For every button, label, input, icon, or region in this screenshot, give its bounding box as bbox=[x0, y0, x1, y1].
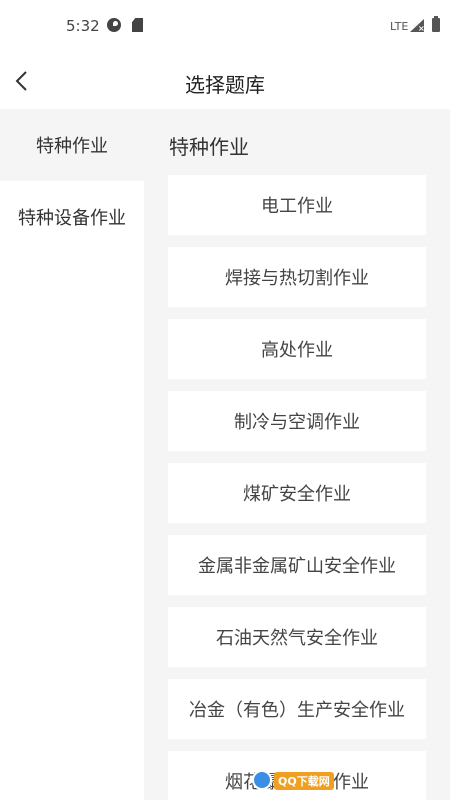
watermark-logo-icon bbox=[252, 770, 272, 790]
bank-card-refrigeration[interactable]: 制冷与空调作业 bbox=[168, 391, 426, 451]
network-type: LTE bbox=[390, 20, 409, 33]
watermark: QQ下载网 bbox=[252, 768, 344, 794]
bank-card-metal-mine[interactable]: 金属非金属矿山安全作业 bbox=[168, 535, 426, 595]
status-bar: 5:32 LTE × bbox=[0, 0, 450, 52]
page-title: 选择题库 bbox=[185, 73, 265, 97]
app-header: 选择题库 bbox=[0, 52, 450, 109]
battery-icon bbox=[432, 16, 440, 32]
sidebar-item-special-operations[interactable]: 特种作业 bbox=[0, 109, 144, 181]
bank-card-oil-gas[interactable]: 石油天然气安全作业 bbox=[168, 607, 426, 667]
watermark-text: QQ下载网 bbox=[274, 772, 334, 790]
bank-card-metallurgy[interactable]: 冶金（有色）生产安全作业 bbox=[168, 679, 426, 739]
bank-card-height-work[interactable]: 高处作业 bbox=[168, 319, 426, 379]
status-time: 5:32 bbox=[66, 17, 100, 35]
bank-card-electrical[interactable]: 电工作业 bbox=[168, 175, 426, 235]
no-signal-mark-icon: × bbox=[418, 24, 425, 33]
bank-card-coal-mine[interactable]: 煤矿安全作业 bbox=[168, 463, 426, 523]
question-bank-list: 电工作业 焊接与热切割作业 高处作业 制冷与空调作业 煤矿安全作业 金属非金属矿… bbox=[168, 175, 426, 800]
data-saver-icon bbox=[107, 18, 121, 32]
category-sidebar: 特种作业 特种设备作业 bbox=[0, 109, 144, 800]
bank-card-welding[interactable]: 焊接与热切割作业 bbox=[168, 247, 426, 307]
sd-card-icon bbox=[132, 18, 143, 32]
sidebar-item-special-equipment[interactable]: 特种设备作业 bbox=[0, 181, 144, 253]
section-title: 特种作业 bbox=[169, 135, 249, 159]
question-bank-panel: 特种作业 电工作业 焊接与热切割作业 高处作业 制冷与空调作业 煤矿安全作业 金… bbox=[144, 109, 450, 800]
